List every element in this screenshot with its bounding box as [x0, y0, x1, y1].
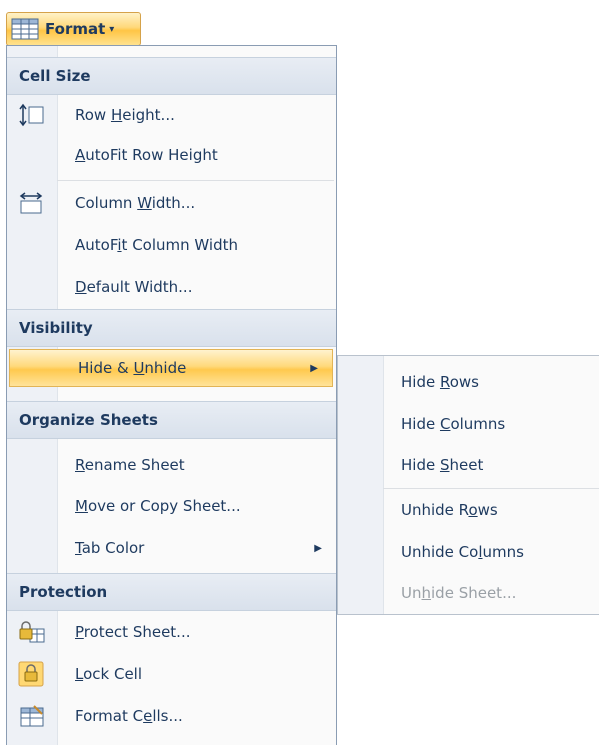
submenu-item-hide-columns[interactable]: Hide Columns — [383, 404, 599, 444]
format-menu: Cell Size Row Height... AutoFit Row Heig… — [6, 45, 337, 745]
submenu-item-unhide-sheet: Unhide Sheet... — [401, 584, 517, 602]
section-header-organize-sheets: Organize Sheets — [7, 401, 336, 439]
column-width-icon — [19, 192, 43, 214]
submenu-arrow-icon: ▶ — [314, 542, 322, 554]
format-ribbon-button[interactable]: Format ▾ — [6, 12, 141, 46]
menu-item-row-height[interactable]: Row Height... — [7, 95, 336, 135]
menu-item-hide-unhide[interactable]: Hide & Unhide ▶ — [9, 349, 333, 387]
submenu-arrow-icon: ▶ — [310, 362, 318, 374]
format-button-label: Format — [45, 20, 106, 38]
menu-item-default-width[interactable]: Default Width... — [7, 267, 336, 307]
menu-separator — [57, 180, 334, 181]
section-header-visibility: Visibility — [7, 309, 336, 347]
submenu-separator — [383, 488, 599, 489]
submenu-gutter — [338, 356, 384, 614]
submenu-item-unhide-columns[interactable]: Unhide Columns — [383, 532, 599, 572]
menu-item-tab-color[interactable]: Tab Color ▶ — [7, 528, 336, 568]
section-header-cell-size: Cell Size — [7, 57, 336, 95]
format-cells-icon — [20, 705, 44, 727]
menu-item-format-cells[interactable]: Format Cells... — [7, 696, 336, 736]
submenu-item-hide-sheet[interactable]: Hide Sheet — [383, 445, 599, 485]
menu-item-autofit-row-height[interactable]: AutoFit Row Height — [7, 135, 336, 175]
submenu-item-hide-rows[interactable]: Hide Rows — [383, 362, 599, 402]
format-cells-icon — [11, 18, 39, 40]
menu-item-column-width[interactable]: Column Width... — [7, 183, 336, 223]
menu-item-move-copy-sheet[interactable]: Move or Copy Sheet... — [7, 486, 336, 526]
submenu-item-unhide-rows[interactable]: Unhide Rows — [383, 490, 599, 530]
hide-unhide-submenu: Hide Rows Hide Columns Hide Sheet Unhide… — [337, 355, 599, 615]
menu-item-rename-sheet[interactable]: Rename Sheet — [7, 445, 336, 485]
lock-cell-icon — [18, 661, 44, 687]
menu-item-protect-sheet[interactable]: Protect Sheet... — [7, 612, 336, 652]
chevron-down-icon: ▾ — [109, 23, 115, 35]
protect-sheet-icon — [19, 621, 45, 643]
menu-item-lock-cell[interactable]: Lock Cell — [7, 654, 336, 694]
section-header-protection: Protection — [7, 573, 336, 611]
menu-item-autofit-column-width[interactable]: AutoFit Column Width — [7, 225, 336, 265]
row-height-icon — [19, 103, 44, 127]
